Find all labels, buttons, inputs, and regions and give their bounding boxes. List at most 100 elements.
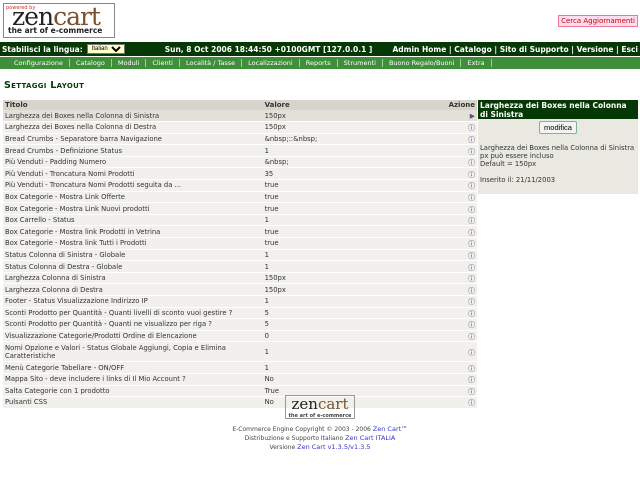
setting-title: Menù Categorie Tabellare - ON/OFF (3, 361, 263, 374)
table-row[interactable]: Larghezza Colonna di Sinistra 150px ⓘ (3, 272, 477, 285)
table-row[interactable]: Status Colonna di Destra - Globale 1 ⓘ (3, 260, 477, 273)
info-icon[interactable]: ⓘ (446, 361, 477, 374)
zencart-italia-link[interactable]: Zen Cart ITALIA (345, 434, 395, 442)
setting-value: 150px (262, 121, 447, 134)
top-link[interactable]: Sito di Supporto (500, 45, 569, 54)
header-value: Valore (262, 100, 447, 110)
info-icon[interactable]: ⓘ (446, 341, 477, 363)
top-link[interactable]: Catalogo (454, 45, 491, 54)
setting-title: Larghezza Colonna di Sinistra (3, 272, 263, 285)
top-links: Admin Home | Catalogo | Sito di Supporto… (392, 44, 638, 54)
table-row[interactable]: Sconti Prodotto per Quantità - Quanti ne… (3, 318, 477, 331)
info-icon[interactable]: ⓘ (446, 191, 477, 204)
menu-item[interactable]: Strumenti (338, 59, 383, 67)
table-row[interactable]: Larghezza dei Boxes nella Colonna di Sin… (3, 110, 477, 123)
setting-value: 1 (262, 341, 447, 363)
setting-title: Box Categorie - Mostra link Prodotti in … (3, 225, 263, 239)
footer-logo[interactable]: zencart the art of e-commerce (285, 395, 355, 419)
table-row[interactable]: Bread Crumbs - Separatore barra Navigazi… (3, 133, 477, 146)
page-title: Settaggi Layout (4, 80, 85, 91)
version-text: Versione (269, 444, 298, 451)
footer: zencart the art of e-commerce E-Commerce… (0, 395, 640, 452)
menu-item[interactable]: Localizzazioni (242, 59, 300, 67)
info-icon[interactable]: ⓘ (446, 272, 477, 285)
setting-title: Footer - Status Visualizzazione Indirizz… (3, 295, 263, 308)
info-icon[interactable]: ⓘ (446, 133, 477, 146)
check-updates-button[interactable]: Cerca Aggiornamenti (558, 15, 638, 27)
table-row[interactable]: Più Venduti - Padding Numero &nbsp; ⓘ (3, 156, 477, 169)
menu-item[interactable]: Reports (300, 59, 338, 67)
menu-item[interactable]: Clienti (146, 59, 180, 67)
setting-value: 0 (262, 330, 447, 343)
table-row[interactable]: Più Venduti - Troncatura Nomi Prodotti 35… (3, 167, 477, 181)
setting-title: Larghezza dei Boxes nella Colonna di Des… (3, 121, 263, 134)
setting-value: 150px (262, 110, 447, 123)
top-link[interactable]: Esci (621, 45, 638, 54)
table-row[interactable]: Bread Crumbs - Definizione Status 1 ⓘ (3, 144, 477, 157)
top-link[interactable]: Versione (577, 45, 614, 54)
table-row[interactable]: Larghezza dei Boxes nella Colonna di Des… (3, 121, 477, 134)
info-icon[interactable]: ⓘ (446, 156, 477, 169)
edit-button[interactable]: modifica (539, 121, 577, 134)
info-icon[interactable]: ⓘ (446, 202, 477, 215)
info-icon[interactable]: ⓘ (446, 307, 477, 320)
table-row[interactable]: Più Venduti - Troncatura Nomi Prodotti s… (3, 179, 477, 192)
zen-cart-logo[interactable]: powered by zencart the art of e-commerce (3, 3, 115, 38)
table-row[interactable]: Box Categorie - Mostra Link Offerte true ⓘ (3, 191, 477, 204)
info-icon[interactable]: ⓘ (446, 121, 477, 134)
info-icon[interactable]: ⓘ (446, 214, 477, 227)
panel-default: Default = 150px (480, 160, 537, 168)
menu-item[interactable]: Località / Tasse (180, 59, 243, 67)
setting-value: 1 (262, 260, 447, 273)
setting-value: 150px (262, 272, 447, 285)
table-row[interactable]: Box Carrello - Status 1 ⓘ (3, 214, 477, 227)
menu-item[interactable]: Catalogo (70, 59, 112, 67)
table-row[interactable]: Visualizzazione Categorie/Prodotti Ordin… (3, 330, 477, 343)
menu-item[interactable]: Configurazione (8, 59, 70, 67)
menu-item[interactable]: Extra (461, 59, 492, 67)
table-row[interactable]: Box Categorie - Mostra link Prodotti in … (3, 225, 477, 239)
table-row[interactable]: Menù Categorie Tabellare - ON/OFF 1 ⓘ (3, 361, 477, 374)
menu-item[interactable]: Moduli (112, 59, 147, 67)
table-row[interactable]: Sconti Prodotto per Quantità - Quanti li… (3, 307, 477, 320)
footer-logo-tagline: the art of e-commerce (288, 413, 352, 419)
language-select[interactable]: Italiano (86, 44, 125, 54)
top-bar: Stabilisci la lingua: Italiano Sun, 8 Oc… (0, 42, 640, 56)
table-row[interactable]: Mappa Sito - deve includere i links di I… (3, 373, 477, 386)
info-icon[interactable]: ⓘ (446, 179, 477, 192)
panel-note: px può essere incluso (480, 152, 554, 160)
setting-title: Status Colonna di Destra - Globale (3, 260, 263, 273)
setting-value: &nbsp;::&nbsp; (262, 133, 447, 146)
setting-value: No (262, 373, 447, 386)
info-icon[interactable]: ⓘ (446, 144, 477, 157)
setting-value: 5 (262, 307, 447, 320)
table-row[interactable]: Box Categorie - Mostra link Tutti i Prod… (3, 237, 477, 250)
info-icon[interactable]: ⓘ (446, 167, 477, 181)
selected-arrow-icon[interactable]: ▶ (446, 110, 477, 123)
version-link[interactable]: Zen Cart v1.3.5/v1.3.5 (297, 443, 370, 451)
info-icon[interactable]: ⓘ (446, 373, 477, 386)
logo-tagline: the art of e-commerce (8, 26, 103, 35)
panel-inserted: Inserito il: 21/11/2003 (480, 176, 556, 184)
panel-title: Larghezza dei Boxes nella Colonna di Sin… (478, 100, 638, 119)
info-icon[interactable]: ⓘ (446, 330, 477, 343)
info-icon[interactable]: ⓘ (446, 237, 477, 250)
menu-item[interactable]: Buono Regalo/Buoni (383, 59, 462, 67)
info-icon[interactable]: ⓘ (446, 225, 477, 239)
info-icon[interactable]: ⓘ (446, 295, 477, 308)
table-row[interactable]: Nomi Opzione e Valori - Status Globale A… (3, 341, 477, 363)
info-icon[interactable]: ⓘ (446, 260, 477, 273)
table-row[interactable]: Larghezza Colonna di Destra 150px ⓘ (3, 283, 477, 296)
info-icon[interactable]: ⓘ (446, 283, 477, 296)
setting-title: Sconti Prodotto per Quantità - Quanti ne… (3, 318, 263, 331)
info-icon[interactable]: ⓘ (446, 318, 477, 331)
zencart-link[interactable]: Zen Cart™ (373, 425, 408, 433)
top-link[interactable]: Admin Home (392, 45, 446, 54)
table-row[interactable]: Footer - Status Visualizzazione Indirizz… (3, 295, 477, 308)
table-row[interactable]: Box Categorie - Mostra Link Nuovi prodot… (3, 202, 477, 215)
main-menu: Configurazione Catalogo Moduli Clienti Local… (0, 57, 640, 69)
setting-value: &nbsp; (262, 156, 447, 169)
info-icon[interactable]: ⓘ (446, 249, 477, 262)
setting-value: 1 (262, 295, 447, 308)
table-row[interactable]: Status Colonna di Sinistra - Globale 1 ⓘ (3, 249, 477, 262)
